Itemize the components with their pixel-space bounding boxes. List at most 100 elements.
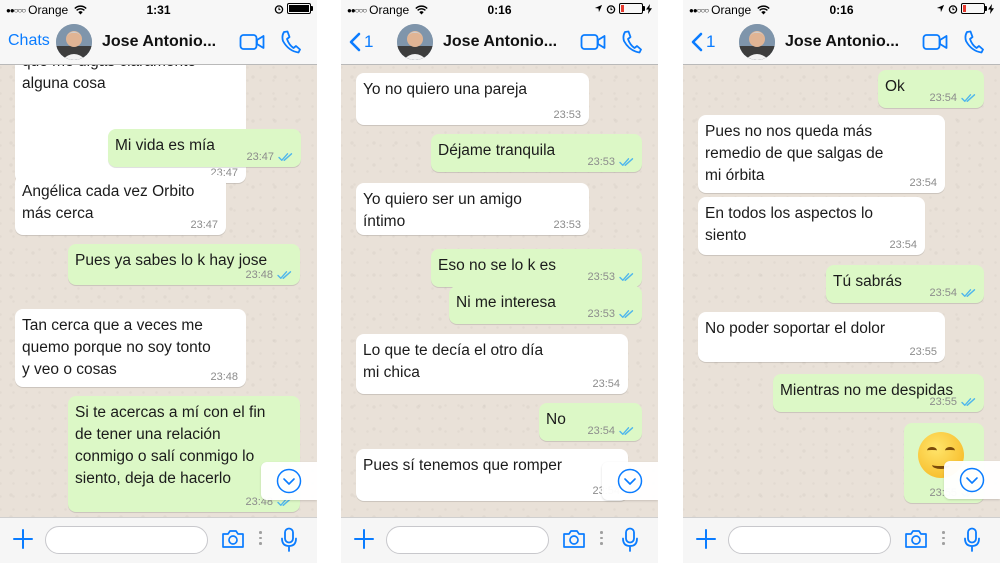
- message-time: 23:54: [889, 239, 917, 251]
- video-call-button[interactable]: [580, 33, 606, 56]
- read-receipt-icon: [619, 158, 634, 166]
- outgoing-message[interactable]: Déjame tranquila 23:53: [431, 134, 642, 172]
- scroll-to-bottom-button[interactable]: [944, 461, 1000, 499]
- incoming-message[interactable]: Pues no nos queda más remedio de que sal…: [698, 115, 945, 193]
- message-list[interactable]: que me digas claramente alguna cosa 23:47…: [0, 65, 317, 518]
- contact-name[interactable]: Jose Antonio...: [443, 33, 557, 51]
- battery-icon: [619, 3, 645, 14]
- outgoing-message[interactable]: Ni me interesa 23:53: [449, 286, 642, 324]
- charging-icon: [646, 3, 652, 14]
- chevron-left-icon: [691, 32, 703, 52]
- message-text: Si te acercas a mí con el fin de tener u…: [75, 404, 266, 487]
- message-time: 23:55: [909, 346, 937, 358]
- message-meta: 23:55: [929, 396, 976, 408]
- read-receipt-icon: [277, 271, 292, 279]
- attach-button[interactable]: [353, 528, 375, 555]
- message-meta: 23:53: [587, 156, 634, 168]
- incoming-message[interactable]: No poder soportar el dolor 23:55: [698, 312, 945, 362]
- incoming-message[interactable]: Yo no quiero una pareja 23:53: [356, 73, 589, 125]
- attach-button[interactable]: [695, 528, 717, 555]
- read-receipt-icon: [278, 153, 293, 161]
- message-text: Tan cerca que a veces me quemo porque no…: [22, 317, 211, 378]
- back-button[interactable]: 1: [691, 32, 715, 52]
- video-call-button[interactable]: [239, 33, 265, 56]
- message-text: Pues no nos queda más remedio de que sal…: [705, 123, 884, 184]
- message-text: No poder soportar el dolor: [705, 320, 886, 337]
- contact-name[interactable]: Jose Antonio...: [785, 33, 899, 51]
- phone-icon: [281, 30, 301, 54]
- microphone-button[interactable]: [621, 527, 639, 558]
- message-meta: 23:54: [929, 287, 976, 299]
- battery-icon: [961, 3, 987, 14]
- plus-icon: [354, 529, 374, 549]
- phone-icon: [964, 30, 984, 54]
- message-input[interactable]: [386, 526, 549, 554]
- message-time: 23:54: [592, 378, 620, 390]
- battery-icon: [287, 3, 313, 14]
- outgoing-message[interactable]: Mientras no me despidas 23:55: [773, 374, 984, 412]
- outgoing-message[interactable]: Ok 23:54: [878, 70, 984, 108]
- message-meta: 23:54: [592, 378, 620, 390]
- message-text: Angélica cada vez Orbito más cerca: [22, 183, 195, 222]
- microphone-button[interactable]: [963, 527, 981, 558]
- message-list[interactable]: Yo no quiero una pareja 23:53 Déjame tranq…: [341, 65, 658, 518]
- message-meta: 23:53: [553, 219, 581, 231]
- back-label: 1: [364, 32, 374, 51]
- outgoing-message[interactable]: No 23:54: [539, 403, 642, 441]
- attach-button[interactable]: [12, 528, 34, 555]
- chat-screen-1: ●●○○○Orange 1:31 Chats Jose Antonio...: [0, 0, 317, 563]
- location-icon: [936, 4, 945, 13]
- scroll-to-bottom-button[interactable]: [261, 462, 317, 500]
- voice-call-button[interactable]: [279, 30, 301, 59]
- outgoing-message[interactable]: Tú sabrás 23:54: [826, 265, 984, 303]
- chat-header: Chats Jose Antonio...: [0, 20, 317, 65]
- incoming-message[interactable]: Tan cerca que a veces me quemo porque no…: [15, 309, 246, 387]
- microphone-button[interactable]: [280, 527, 298, 558]
- message-composer: [0, 517, 317, 563]
- incoming-message[interactable]: En todos los aspectos lo siento 23:54: [698, 197, 925, 255]
- message-list[interactable]: Ok 23:54 Pues no nos queda más remedio de …: [683, 65, 1000, 518]
- back-button[interactable]: Chats: [8, 32, 50, 50]
- microphone-icon: [964, 527, 980, 552]
- message-input[interactable]: [45, 526, 208, 554]
- avatar[interactable]: [397, 24, 433, 60]
- read-receipt-icon: [961, 289, 976, 297]
- message-time: 23:53: [587, 308, 615, 320]
- voice-call-button[interactable]: [620, 30, 642, 59]
- message-time: 23:53: [587, 271, 615, 283]
- message-time: 23:54: [587, 425, 615, 437]
- camera-icon: [563, 530, 585, 548]
- message-meta: 23:48: [245, 269, 292, 281]
- chevron-down-circle-icon: [617, 468, 643, 494]
- back-button[interactable]: 1: [349, 32, 373, 52]
- message-input[interactable]: [728, 526, 891, 554]
- camera-button[interactable]: [221, 529, 245, 554]
- message-time: 23:48: [245, 269, 273, 281]
- alarm-icon: [606, 4, 616, 14]
- voice-call-button[interactable]: [962, 30, 984, 59]
- incoming-message[interactable]: Yo quiero ser un amigo íntimo 23:53: [356, 183, 589, 235]
- message-time: 23:48: [210, 371, 238, 383]
- phone-icon: [622, 30, 642, 54]
- message-text: Pues sí tenemos que romper: [363, 457, 563, 474]
- message-text: Lo que te decía el otro día mi chica: [363, 342, 544, 381]
- contact-name[interactable]: Jose Antonio...: [102, 33, 216, 51]
- video-call-button[interactable]: [922, 33, 948, 56]
- status-right: [594, 3, 652, 14]
- camera-button[interactable]: [562, 529, 586, 554]
- camera-button[interactable]: [904, 529, 928, 554]
- outgoing-message[interactable]: Mi vida es mía 23:47: [108, 129, 301, 167]
- incoming-message[interactable]: Angélica cada vez Orbito más cerca 23:47: [15, 175, 226, 235]
- message-time: 23:47: [246, 151, 274, 163]
- contact-photo: [397, 24, 433, 60]
- message-meta: 23:48: [210, 371, 238, 383]
- incoming-message[interactable]: Pues sí tenemos que romper23:54: [356, 449, 628, 501]
- message-meta: 23:55: [909, 346, 937, 358]
- scroll-to-bottom-button[interactable]: [602, 462, 658, 500]
- outgoing-message[interactable]: Eso no se lo k es 23:53: [431, 249, 642, 287]
- incoming-message[interactable]: Lo que te decía el otro día mi chica 23:5…: [356, 334, 628, 394]
- outgoing-message[interactable]: Pues ya sabes lo k hay jose 23:48: [68, 244, 300, 285]
- avatar[interactable]: [739, 24, 775, 60]
- back-label: Chats: [8, 32, 50, 49]
- avatar[interactable]: [56, 24, 92, 60]
